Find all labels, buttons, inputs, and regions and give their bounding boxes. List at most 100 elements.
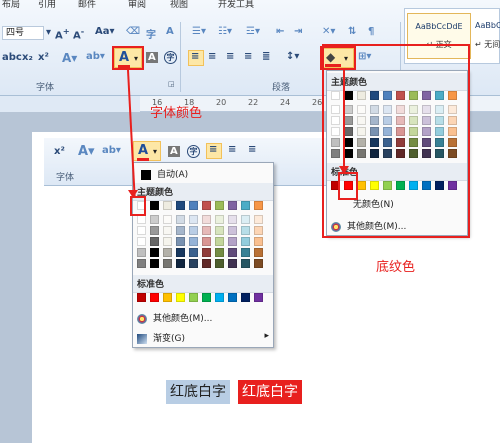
theme-shade-swatch[interactable] <box>254 259 263 268</box>
theme-shade-swatch[interactable] <box>202 215 211 224</box>
style-nospacing-label[interactable]: ↵ 无间 <box>475 39 500 50</box>
superscript-icon[interactable]: x² <box>54 146 65 157</box>
theme-shade-swatch[interactable] <box>163 237 172 246</box>
theme-shade-swatch[interactable] <box>163 215 172 224</box>
theme-shade-swatch[interactable] <box>241 237 250 246</box>
theme-shade-swatch[interactable] <box>137 215 146 224</box>
theme-shade-swatch[interactable] <box>254 248 263 257</box>
standard-color-swatch[interactable] <box>215 293 224 302</box>
theme-shade-swatch[interactable] <box>254 215 263 224</box>
theme-shade-swatch[interactable] <box>241 226 250 235</box>
subscript-icon[interactable]: x₂ <box>22 52 33 63</box>
highlight-color-icon[interactable]: ab▾ <box>86 51 105 62</box>
theme-shade-swatch[interactable] <box>150 226 159 235</box>
style-nospacing-preview[interactable]: AaBbC <box>475 21 500 30</box>
theme-shade-swatch[interactable] <box>202 237 211 246</box>
shrink-font-icon[interactable]: A- <box>73 26 84 41</box>
theme-shade-swatch[interactable] <box>215 237 224 246</box>
char-shading-icon[interactable]: A <box>146 52 158 63</box>
change-case-icon[interactable]: Aa▾ <box>95 26 115 37</box>
sample-text-plain[interactable]: 红底白字 <box>166 380 230 404</box>
theme-shade-swatch[interactable] <box>228 248 237 257</box>
theme-color-swatch[interactable] <box>228 201 237 210</box>
tab-references[interactable]: 引用 <box>38 0 56 10</box>
theme-shade-swatch[interactable] <box>241 215 250 224</box>
align-left-button[interactable]: ≡ <box>188 50 204 66</box>
sample-text-red-shading[interactable]: 红底白字 <box>238 380 302 404</box>
enclose-char-icon[interactable]: 字 <box>187 145 200 158</box>
tab-layout[interactable]: 布局 <box>2 0 20 10</box>
theme-shade-swatch[interactable] <box>189 226 198 235</box>
justify-icon[interactable]: ≡ <box>244 51 252 62</box>
show-marks-icon[interactable]: ¶ <box>368 26 374 37</box>
align-right-icon[interactable]: ≡ <box>226 51 234 62</box>
theme-shade-swatch[interactable] <box>150 237 159 246</box>
theme-shade-swatch[interactable] <box>137 248 146 257</box>
theme-shade-swatch[interactable] <box>189 237 198 246</box>
char-border-icon[interactable]: A <box>166 26 174 37</box>
align-center-icon[interactable]: ≡ <box>228 144 236 155</box>
theme-shade-swatch[interactable] <box>150 248 159 257</box>
theme-color-swatch[interactable] <box>176 201 185 210</box>
font-size-select[interactable]: 四号 <box>2 26 44 40</box>
phonetic-guide-icon[interactable]: 字 <box>146 26 156 41</box>
bullets-icon[interactable]: ☰▾ <box>192 26 206 37</box>
font-size-dropdown-icon[interactable]: ▾ <box>46 27 51 38</box>
theme-shade-swatch[interactable] <box>176 259 185 268</box>
tab-review[interactable]: 审阅 <box>128 0 146 10</box>
clear-format-icon[interactable]: ⌫ <box>126 26 140 37</box>
standard-color-swatch[interactable] <box>189 293 198 302</box>
theme-shade-swatch[interactable] <box>137 226 146 235</box>
theme-shade-swatch[interactable] <box>150 259 159 268</box>
theme-shade-swatch[interactable] <box>215 215 224 224</box>
theme-color-swatch[interactable] <box>202 201 211 210</box>
char-shading-icon[interactable]: A <box>168 146 180 157</box>
font-dialog-launcher-icon[interactable]: ◲ <box>168 80 175 88</box>
standard-color-swatch[interactable] <box>176 293 185 302</box>
distributed-icon[interactable]: ≣ <box>262 51 270 62</box>
text-effects-icon[interactable]: A▾ <box>78 144 95 159</box>
theme-shade-swatch[interactable] <box>241 248 250 257</box>
numbering-icon[interactable]: ☷▾ <box>218 26 232 37</box>
menu-item-more-colors[interactable]: 其他颜色(M)... <box>137 311 212 324</box>
theme-color-swatch[interactable] <box>254 201 263 210</box>
standard-color-swatch[interactable] <box>150 293 159 302</box>
align-right-icon[interactable]: ≡ <box>248 144 256 155</box>
theme-shade-swatch[interactable] <box>176 248 185 257</box>
standard-color-swatch[interactable] <box>163 293 172 302</box>
theme-shade-swatch[interactable] <box>189 215 198 224</box>
theme-shade-swatch[interactable] <box>176 215 185 224</box>
theme-shade-swatch[interactable] <box>215 259 224 268</box>
standard-color-swatch[interactable] <box>228 293 237 302</box>
superscript-icon[interactable]: x² <box>38 52 49 63</box>
theme-shade-swatch[interactable] <box>202 259 211 268</box>
theme-shade-swatch[interactable] <box>176 226 185 235</box>
theme-color-swatch[interactable] <box>241 201 250 210</box>
theme-color-swatch[interactable] <box>163 201 172 210</box>
strikethrough-icon[interactable]: abc <box>2 52 22 63</box>
theme-shade-swatch[interactable] <box>163 259 172 268</box>
theme-shade-swatch[interactable] <box>228 226 237 235</box>
theme-shade-swatch[interactable] <box>150 215 159 224</box>
theme-shade-swatch[interactable] <box>254 226 263 235</box>
standard-color-swatch[interactable] <box>241 293 250 302</box>
theme-shade-swatch[interactable] <box>137 237 146 246</box>
decrease-indent-icon[interactable]: ⇤ <box>276 26 284 37</box>
theme-color-swatch[interactable] <box>150 201 159 210</box>
standard-color-swatch[interactable] <box>137 293 146 302</box>
theme-shade-swatch[interactable] <box>228 237 237 246</box>
standard-color-swatch[interactable] <box>254 293 263 302</box>
menu-item-gradient[interactable]: 渐变(G) ▸ <box>137 331 269 344</box>
highlight-color-icon[interactable]: ab▾ <box>102 145 121 156</box>
theme-shade-swatch[interactable] <box>176 237 185 246</box>
theme-shade-swatch[interactable] <box>241 259 250 268</box>
menu-item-automatic[interactable]: 自动(A) <box>141 167 188 180</box>
multilevel-list-icon[interactable]: ☲▾ <box>246 26 260 37</box>
text-effects-icon[interactable]: A▾ <box>62 51 77 65</box>
align-left-button[interactable]: ≡ <box>206 143 222 159</box>
grow-font-icon[interactable]: A+ <box>55 26 70 41</box>
standard-color-swatch[interactable] <box>202 293 211 302</box>
font-color-button[interactable]: A ▾ <box>133 141 161 161</box>
theme-shade-swatch[interactable] <box>202 226 211 235</box>
theme-shade-swatch[interactable] <box>215 226 224 235</box>
